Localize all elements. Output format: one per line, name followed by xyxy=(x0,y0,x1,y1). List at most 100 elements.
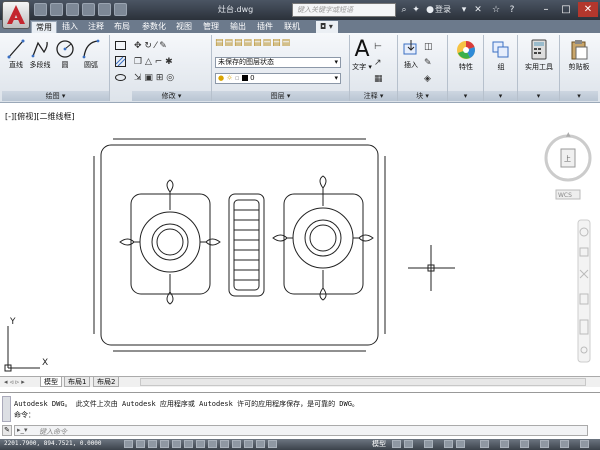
layer-lock-icon[interactable]: ▤ xyxy=(263,38,273,48)
create-block-icon[interactable]: ◫ xyxy=(424,42,433,52)
lineweight-icon[interactable] xyxy=(232,440,241,448)
exchange-icon[interactable]: ✕ xyxy=(472,4,484,16)
viewport-controls[interactable]: [-][俯视][二维线框] xyxy=(5,111,75,122)
application-menu-button[interactable] xyxy=(2,1,30,29)
new-icon[interactable] xyxy=(34,3,47,16)
open-icon[interactable] xyxy=(50,3,63,16)
minimize-button[interactable]: – xyxy=(536,2,556,17)
drawing-canvas[interactable]: Y X 上 ▲ WCS xyxy=(0,110,600,377)
transparency-icon[interactable] xyxy=(244,440,253,448)
quick-view-layouts-icon[interactable] xyxy=(392,440,401,448)
command-input[interactable]: ▸_▾ 键入命令 xyxy=(14,425,588,436)
tab-annotate[interactable]: 注释 xyxy=(84,21,108,33)
layers-panel-label[interactable]: 图层 ▾ xyxy=(212,91,349,101)
layer-state-select[interactable]: 未保存的图层状态 ▾ xyxy=(215,57,341,68)
table-icon[interactable]: ▦ xyxy=(374,74,383,84)
draw-panel-label[interactable]: 绘图 ▾ xyxy=(2,91,109,101)
annotation-scale-icon[interactable] xyxy=(424,440,433,448)
explode-icon[interactable]: ✱ xyxy=(165,57,173,67)
login-link[interactable]: 登录 xyxy=(435,4,451,15)
annotation-panel-label[interactable]: 注释 ▾ xyxy=(350,91,397,101)
tab-home[interactable]: 常用 xyxy=(31,21,57,33)
ortho-mode-icon[interactable] xyxy=(148,440,157,448)
attribute-icon[interactable]: ◈ xyxy=(424,74,431,84)
layer-select[interactable]: ● ☼ ▫ 0 ▾ xyxy=(215,73,341,84)
group-panel-label[interactable]: ▾ xyxy=(484,91,517,101)
selection-cycling-icon[interactable] xyxy=(268,440,277,448)
ribbon-toggle-button[interactable]: ◘ ▾ xyxy=(316,21,338,33)
3d-osnap-icon[interactable] xyxy=(184,440,193,448)
ellipse-icon[interactable] xyxy=(114,71,127,84)
grid-display-icon[interactable] xyxy=(136,440,145,448)
ducs-icon[interactable] xyxy=(208,440,217,448)
move-icon[interactable]: ✥ xyxy=(134,41,142,51)
utilities-tool[interactable]: 实用工具 xyxy=(519,38,559,72)
plot-icon[interactable] xyxy=(114,3,127,16)
text-tool[interactable]: A 文字 ▾ xyxy=(352,38,372,72)
edit-block-icon[interactable]: ✎ xyxy=(424,58,432,68)
properties-panel-label[interactable]: ▾ xyxy=(448,91,483,101)
status-bar-menu-icon[interactable] xyxy=(560,440,569,448)
tab-view[interactable]: 视图 xyxy=(172,21,196,33)
quick-properties-icon[interactable] xyxy=(256,440,265,448)
stretch-icon[interactable]: ⇲ xyxy=(134,73,142,83)
save-icon[interactable] xyxy=(66,3,79,16)
line-tool[interactable]: 直线 xyxy=(5,38,27,70)
utilities-panel-label[interactable]: ▾ xyxy=(518,91,559,101)
search-input[interactable]: 键入关键字或短语 xyxy=(292,3,396,17)
layer-match-icon[interactable]: ▤ xyxy=(225,38,235,48)
properties-tool[interactable]: 特性 xyxy=(450,38,482,72)
snap-mode-icon[interactable] xyxy=(124,440,133,448)
leader-icon[interactable]: ↗ xyxy=(374,58,382,68)
clipboard-tool[interactable]: 剪贴板 xyxy=(561,38,597,72)
tab-nav-arrows[interactable]: ◂ ◃ ▹ ▸ xyxy=(4,378,25,386)
close-button[interactable]: ✕ xyxy=(578,2,598,17)
dimension-icon[interactable]: ⊢ xyxy=(374,42,382,52)
group-tool[interactable]: 组 xyxy=(486,38,516,72)
binoculars-icon[interactable]: ✦ xyxy=(410,4,422,16)
clean-screen-icon[interactable] xyxy=(580,440,589,448)
object-snap-icon[interactable] xyxy=(172,440,181,448)
fillet-icon[interactable]: ⌐ xyxy=(155,57,163,67)
edit-icon[interactable]: ✎ xyxy=(159,41,167,51)
rectangle-icon[interactable] xyxy=(114,39,127,52)
tab-online[interactable]: 联机 xyxy=(280,21,304,33)
array-icon[interactable]: ⊞ xyxy=(156,73,164,83)
layer-off-icon[interactable]: ▤ xyxy=(253,38,263,48)
otrack-icon[interactable] xyxy=(196,440,205,448)
quick-view-drawings-icon[interactable] xyxy=(404,440,413,448)
chevron-down-icon[interactable]: ▾ xyxy=(458,4,470,16)
trim-icon[interactable]: ⁄ xyxy=(155,41,157,51)
wrench-icon[interactable]: ✎ xyxy=(2,425,12,436)
tab-layout[interactable]: 布局 xyxy=(110,21,134,33)
insert-tool[interactable]: 插入 xyxy=(400,38,422,70)
layer-properties-icon[interactable]: ▤ xyxy=(215,38,225,48)
layer-prev-icon[interactable]: ▤ xyxy=(272,38,282,48)
offset-icon[interactable]: ◎ xyxy=(166,73,174,83)
tab-plugins[interactable]: 插件 xyxy=(253,21,277,33)
command-options-icon[interactable]: ▸_▾ xyxy=(17,426,28,434)
navigation-bar[interactable] xyxy=(577,219,591,363)
rotate-icon[interactable]: ↻ xyxy=(144,41,152,51)
clipboard-panel-label[interactable]: ▾ xyxy=(560,91,598,101)
circle-tool[interactable]: 圆 xyxy=(54,38,76,70)
isolate-objects-icon[interactable] xyxy=(540,440,549,448)
tab-manage[interactable]: 管理 xyxy=(199,21,223,33)
search-icon[interactable]: ⌕ xyxy=(398,4,410,16)
hatch-icon[interactable] xyxy=(114,55,127,68)
hardware-acceleration-icon[interactable] xyxy=(520,440,529,448)
auto-scale-icon[interactable] xyxy=(456,440,465,448)
tab-parametric[interactable]: 参数化 xyxy=(138,21,170,33)
dynamic-input-icon[interactable] xyxy=(220,440,229,448)
undo-icon[interactable] xyxy=(82,3,95,16)
layout-tab-layout2[interactable]: 布局2 xyxy=(93,377,120,387)
layout-tab-model[interactable]: 模型 xyxy=(40,377,62,387)
help-icon[interactable]: ? xyxy=(506,4,518,16)
polar-tracking-icon[interactable] xyxy=(160,440,169,448)
copy-icon[interactable]: ❐ xyxy=(134,57,142,67)
modify-panel-label[interactable]: 修改 ▾ xyxy=(132,91,211,101)
command-window-handle[interactable] xyxy=(2,396,11,422)
scale-icon[interactable]: ▣ xyxy=(144,73,153,83)
tab-output[interactable]: 输出 xyxy=(226,21,250,33)
horizontal-scrollbar[interactable] xyxy=(140,378,586,386)
